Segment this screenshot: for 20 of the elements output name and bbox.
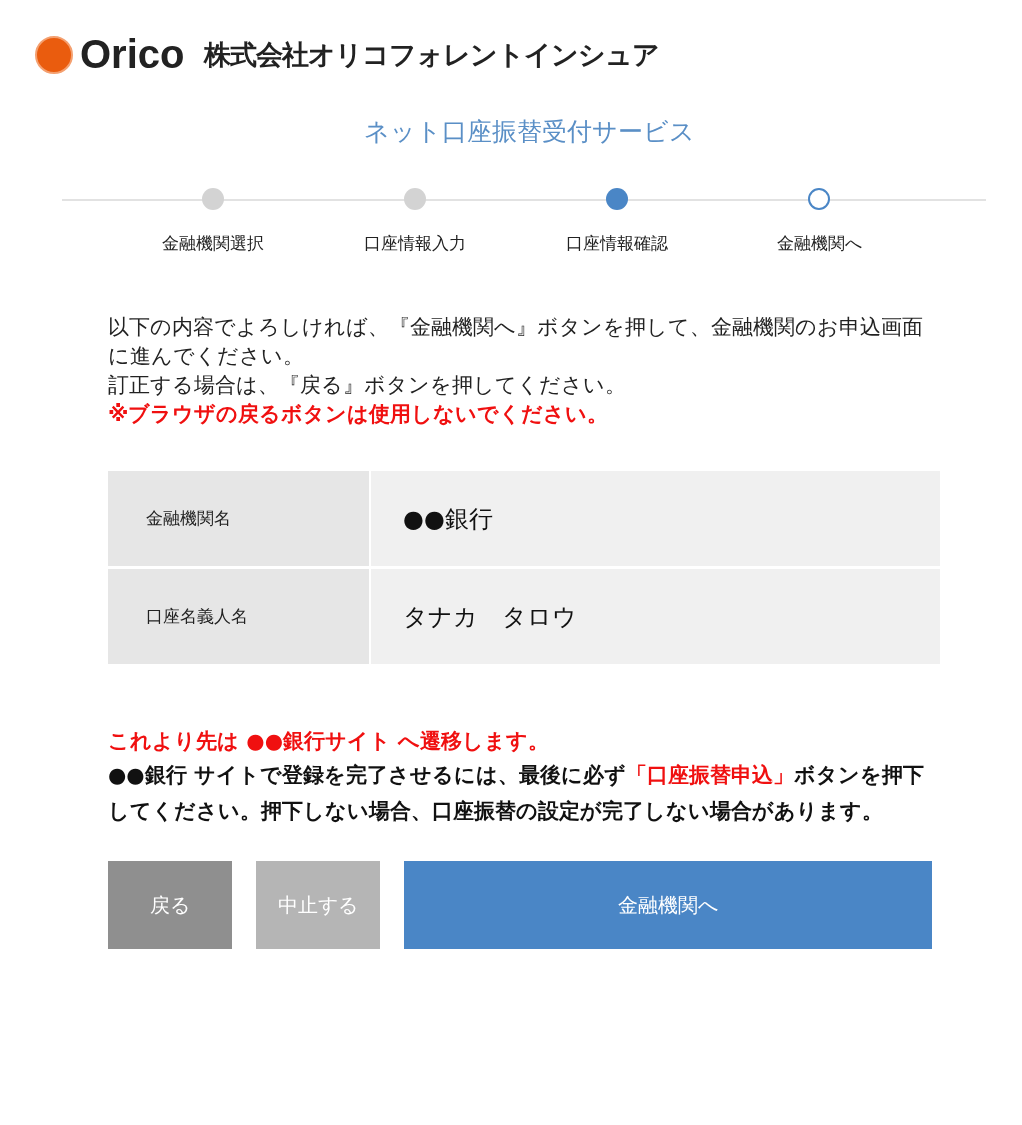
- warning-text: ※ブラウザの戻るボタンは使用しないでください。: [108, 401, 610, 428]
- company-name: 株式会社オリコフォレントインシュア: [204, 37, 660, 72]
- back-button[interactable]: 戻る: [108, 861, 232, 949]
- logo-text: Orico: [80, 32, 185, 77]
- instruction-text: 以下の内容でよろしければ、『金融機関へ』ボタンを押して、金融機関のお申込画面に進んでください。: [108, 314, 924, 370]
- step-label: 金融機関選択: [162, 232, 264, 255]
- notice-heading: これより先は ●●銀行サイト へ遷移します。: [108, 728, 551, 755]
- notice-text: ●●銀行 サイトで登録を完了させるには、最後に必ず「口座振替申込」ボタンを押下してください。押下しない場合、口座振替の設定が完了しない場合があります。: [108, 762, 925, 825]
- detail-value: ●●銀行: [403, 503, 493, 535]
- cancel-button[interactable]: 中止する: [256, 861, 380, 949]
- instruction-text: 訂正する場合は、『戻る』ボタンを押してください。: [108, 372, 627, 399]
- step-label: 口座情報確認: [566, 232, 668, 255]
- detail-value: タナカ タロウ: [403, 601, 577, 633]
- detail-label: 口座名義人名: [108, 569, 369, 664]
- next-button[interactable]: 金融機関へ: [404, 861, 932, 949]
- step-label: 口座情報入力: [364, 232, 466, 255]
- logo-circle-icon: [34, 34, 74, 75]
- detail-label: 金融機関名: [108, 471, 369, 566]
- step-label: 金融機関へ: [776, 232, 862, 255]
- page-title: ネット口座振替受付サービス: [362, 116, 696, 148]
